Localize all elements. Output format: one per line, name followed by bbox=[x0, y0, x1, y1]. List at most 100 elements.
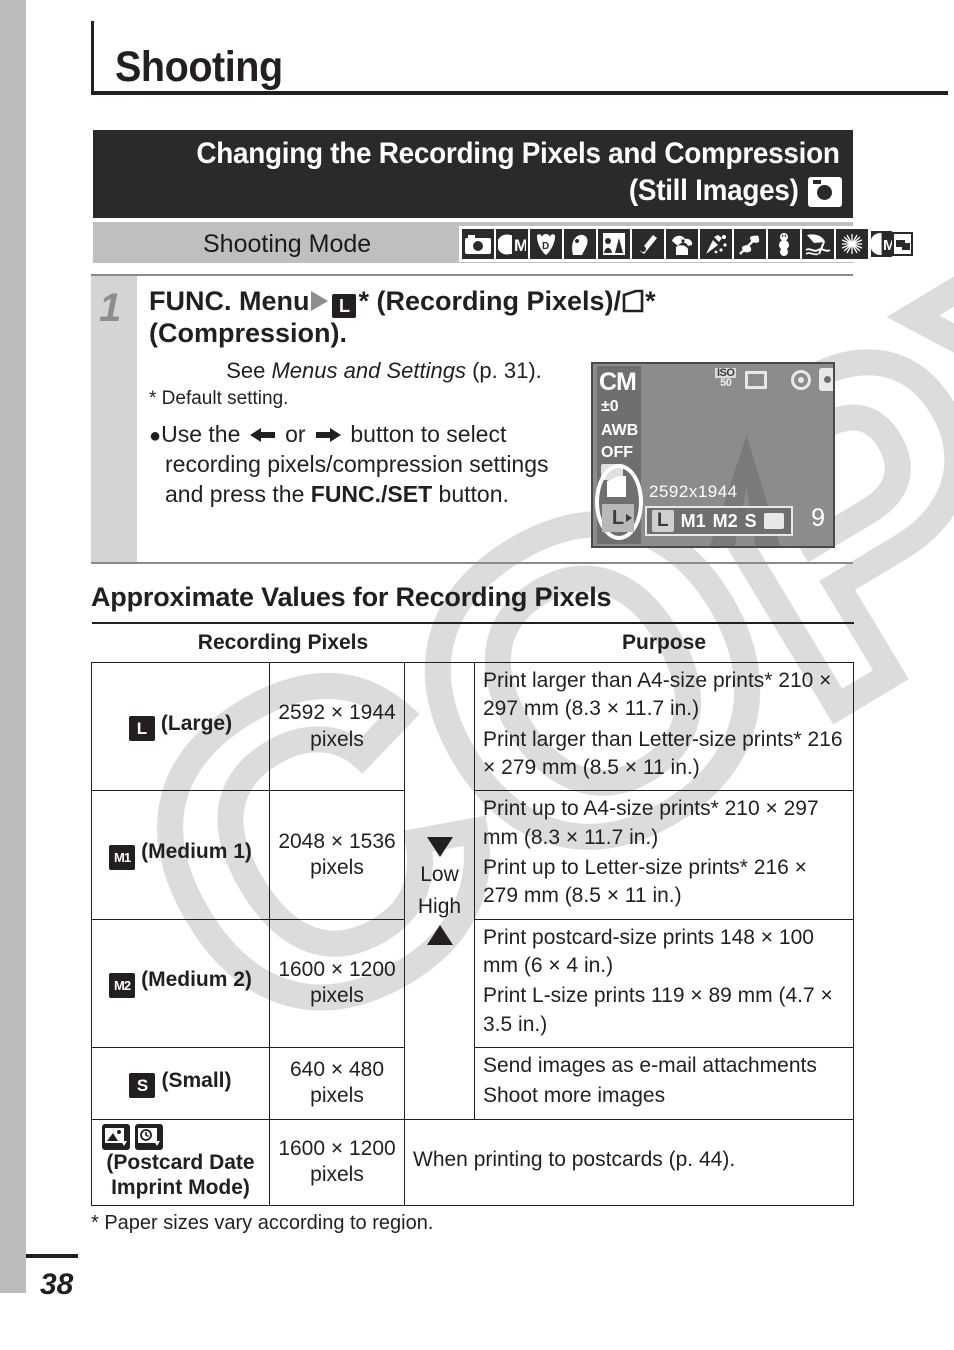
postcard-icon[interactable] bbox=[763, 513, 784, 529]
row-pixels-medium1: 2048 × 1536 pixels bbox=[269, 790, 405, 920]
date-imprint-icon bbox=[135, 1123, 163, 1150]
step-1-bullet: ●Use the or button to select recording p… bbox=[149, 420, 579, 510]
footnote: * Paper sizes vary according to region. bbox=[91, 1212, 434, 1234]
portrait-icon bbox=[564, 229, 596, 259]
table-row: L (Large) 2592 × 1944 pixels High Low Pri… bbox=[91, 661, 854, 1120]
postcard-icon-group bbox=[94, 1123, 267, 1150]
snow-icon bbox=[768, 229, 800, 259]
indoor-icon bbox=[700, 229, 732, 259]
subsection-heading: Approximate Values for Recording Pixels bbox=[91, 582, 612, 612]
camera-shake-icon bbox=[819, 368, 833, 391]
step-heading-mid: * (Recording Pixels)/ bbox=[358, 286, 622, 316]
row-name-postcard-line1: (Postcard Date bbox=[106, 1150, 255, 1174]
row-pixels-small: 640 × 480 pixels bbox=[269, 1047, 405, 1120]
kids-and-pets-icon bbox=[666, 229, 698, 259]
right-arrow-icon bbox=[315, 427, 341, 443]
lcd-iso-indicator: ISO 50 bbox=[715, 367, 737, 390]
row-name-medium1: (Medium 1) bbox=[141, 840, 252, 864]
row-purpose-medium2: Print postcard-size prints 148 × 100 mm … bbox=[474, 918, 854, 1049]
purpose-line: When printing to postcards (p. 44). bbox=[413, 1148, 736, 1172]
pixels-value: 1600 × 1200 bbox=[278, 958, 396, 982]
step-heading-pre: FUNC. Menu bbox=[149, 286, 310, 316]
pixels-unit: pixels bbox=[310, 1084, 364, 1108]
pixels-unit: pixels bbox=[310, 727, 364, 751]
see-pre: See bbox=[226, 358, 272, 383]
row-purpose-postcard: When printing to postcards (p. 44). bbox=[404, 1118, 854, 1207]
lcd-selected-size[interactable]: L bbox=[602, 504, 634, 532]
page-number: 38 bbox=[40, 1268, 74, 1301]
pixels-unit: pixels bbox=[310, 1163, 364, 1187]
page-title: Shooting bbox=[115, 43, 283, 91]
stitch-assist-icon: M bbox=[870, 229, 914, 259]
pixels-value: 2592 × 1944 bbox=[278, 701, 396, 725]
func-set-button-label: FUNC./SET bbox=[310, 480, 433, 507]
row-pixels-postcard: 1600 × 1200 pixels bbox=[269, 1118, 405, 1207]
row-symbol-postcard: (Postcard Date Imprint Mode) bbox=[91, 1118, 270, 1207]
pixels-unit: pixels bbox=[310, 856, 364, 880]
bullet-dot-icon: ● bbox=[149, 425, 162, 447]
lcd-recording-pixels-selector[interactable]: L M1 M2 S bbox=[645, 506, 793, 536]
frame-icon bbox=[745, 371, 767, 389]
row-pixels-large: 2592 × 1944 pixels bbox=[269, 661, 405, 792]
shooting-mode-label: Shooting Mode bbox=[203, 230, 372, 258]
night-snapshot-icon bbox=[632, 229, 664, 259]
quality-arrow-column: High Low bbox=[404, 662, 475, 1120]
compression-icon bbox=[622, 289, 644, 313]
lcd-option-M2[interactable]: M2 bbox=[713, 511, 738, 532]
creative-manual-icon: M bbox=[496, 229, 528, 259]
lcd-option-L[interactable]: L bbox=[652, 510, 674, 532]
lcd-iso-value: 50 bbox=[720, 377, 732, 390]
row-name-medium2: (Medium 2) bbox=[141, 968, 252, 992]
night-scene-icon bbox=[598, 229, 630, 259]
svg-text:M: M bbox=[514, 236, 526, 255]
default-setting-note: * Default setting. bbox=[149, 388, 289, 409]
foliage-icon bbox=[734, 229, 766, 259]
lcd-screen-illustration: CM ±0 AWB OFF ISO 50 2592x1944 L M1 M2 S… bbox=[591, 362, 835, 548]
purpose-line: Shoot more images bbox=[483, 1084, 666, 1108]
row-purpose-large: Print larger than A4-size prints* 210 × … bbox=[474, 661, 854, 792]
svg-text:D: D bbox=[542, 241, 549, 252]
lcd-exposure-indicator: ±0 bbox=[601, 398, 619, 415]
row-purpose-small: Send images as e-mail attachments Shoot … bbox=[474, 1047, 854, 1120]
row-name-postcard-line2: Imprint Mode) bbox=[111, 1176, 250, 1200]
pixels-value: 640 × 480 bbox=[289, 1058, 384, 1082]
pixels-value: 1600 × 1200 bbox=[278, 1137, 396, 1161]
shooting-mode-bar: Shooting Mode M D M bbox=[93, 222, 917, 263]
folio-rule bbox=[26, 1254, 78, 1258]
quality-high-label: High bbox=[417, 894, 462, 918]
lcd-option-M1[interactable]: M1 bbox=[681, 511, 706, 532]
lcd-flash-indicator: OFF bbox=[601, 444, 633, 461]
see-reference: See Menus and Settings (p. 31). bbox=[149, 358, 579, 384]
bullet-text-1: Use the bbox=[161, 421, 247, 447]
table-row: (Postcard Date Imprint Mode) 1600 × 1200… bbox=[91, 1118, 854, 1207]
table-header-row: Recording Pixels Purpose bbox=[91, 622, 854, 663]
medium2-icon: M2 bbox=[109, 973, 136, 999]
row-name-small: (Small) bbox=[161, 1068, 232, 1092]
purpose-line: Send images as e-mail attachments bbox=[483, 1054, 817, 1078]
step-1-body: See Menus and Settings (p. 31). * Defaul… bbox=[149, 358, 579, 510]
row-symbol-medium1: M1 (Medium 1) bbox=[91, 790, 270, 920]
shooting-mode-icon-list: M D M bbox=[459, 226, 917, 262]
large-icon: L bbox=[332, 294, 357, 318]
chapter-header: Shooting bbox=[91, 21, 948, 95]
bullet-text-2: or bbox=[278, 421, 312, 447]
purpose-line: Print larger than Letter-size prints* 21… bbox=[483, 727, 843, 780]
purpose-line: Print larger than A4-size prints* 210 × … bbox=[483, 669, 832, 721]
purpose-line: Print up to Letter-size prints* 216 × 27… bbox=[483, 856, 807, 908]
row-purpose-medium1: Print up to A4-size prints* 210 × 297 mm… bbox=[474, 790, 854, 920]
lcd-resolution-readout: 2592x1944 bbox=[649, 482, 738, 501]
row-symbol-medium2: M2 (Medium 2) bbox=[91, 918, 270, 1049]
fireworks-icon bbox=[836, 229, 868, 259]
lcd-shots-remaining: 9 bbox=[811, 504, 825, 532]
purpose-line: Print L-size prints 119 × 89 mm (4.7 × 3… bbox=[483, 984, 833, 1036]
still-camera-icon bbox=[808, 177, 842, 207]
beach-icon bbox=[802, 229, 834, 259]
lcd-mode-indicator: CM bbox=[599, 368, 637, 396]
row-symbol-large: L (Large) bbox=[91, 661, 270, 792]
section-banner: Changing the Recording Pixels and Compre… bbox=[93, 130, 853, 218]
lcd-option-S[interactable]: S bbox=[745, 511, 757, 532]
quality-low-label: Low bbox=[420, 862, 459, 886]
row-pixels-medium2: 1600 × 1200 pixels bbox=[269, 918, 405, 1049]
auto-camera-icon bbox=[462, 229, 494, 259]
bullet-text-4: button. bbox=[432, 480, 509, 507]
